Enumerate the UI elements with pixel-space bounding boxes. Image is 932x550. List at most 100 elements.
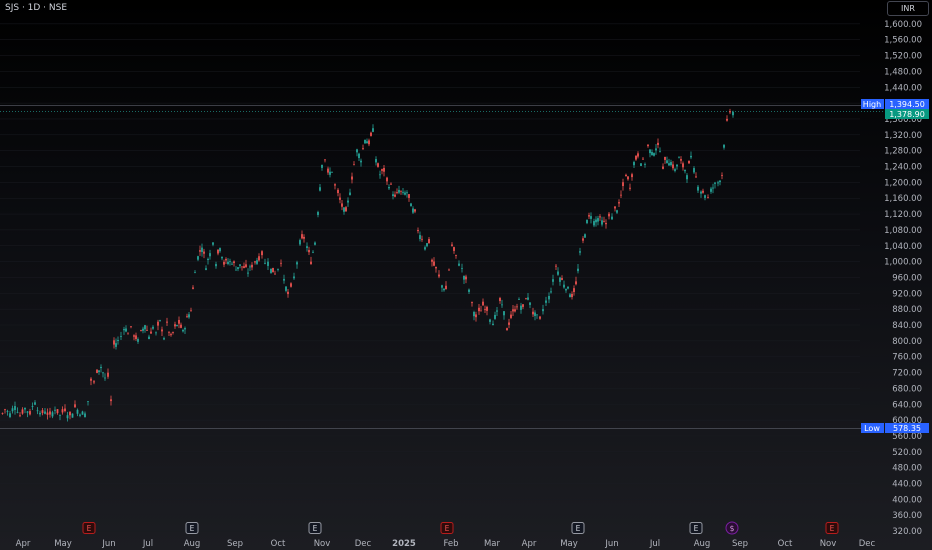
candle-body [133,335,135,337]
candle-body [90,378,92,381]
candle-body [635,155,637,160]
candle-body [400,190,402,192]
candle-body [567,286,569,289]
candle-body [565,289,567,291]
candle-body [264,262,266,264]
candle-body [516,306,518,308]
candle-body [258,256,260,261]
candle-body [243,266,245,268]
candle-body [135,335,137,339]
x-tick-label: Dec [355,539,372,549]
candle-body [168,331,170,333]
candle-body [396,192,398,194]
candle-body [394,194,396,197]
candle-body [633,162,635,166]
candle-body [514,309,516,312]
time-axis[interactable]: Apr May Jun Jul Aug Sep Oct Nov Dec 2025 Feb Mar Apr… [16,539,876,549]
candle-body [534,312,536,316]
candle-body [66,415,69,419]
candle-body [618,202,620,204]
candle-body [317,212,319,215]
candle-body [684,169,686,172]
candle-body [678,157,680,159]
x-tick-label: Apr [522,539,537,549]
candle-body [69,412,71,416]
event-label: E [87,524,92,533]
candle-body [341,203,343,207]
candle-body [172,332,174,333]
candle-body [254,261,256,263]
candle-body [308,250,310,253]
candle-body [46,412,49,415]
candle-body [319,187,321,191]
x-tick-label: Jun [604,539,618,549]
candle-body [362,148,364,150]
candle-body [412,208,414,213]
candle-body [102,372,104,374]
candle-body [631,174,633,178]
candle-body [402,191,404,193]
candle-body [125,328,127,332]
price-axis[interactable]: 320.00 360.00 400.00 440.00 480.00 520.00 560.… [884,20,922,537]
candle-body [529,302,531,305]
candle-body [358,153,360,159]
candle-body [729,111,731,113]
candle-body [104,377,106,379]
candle-body [148,336,150,340]
candle-body [233,261,235,264]
price-chart[interactable]: 320.00 360.00 400.00 440.00 480.00 520.00 560.… [0,0,932,550]
candle-body [614,206,616,209]
candle-body [714,182,716,184]
candle-body [188,314,190,318]
candle-body [657,142,659,145]
candle-body [484,309,486,311]
candle-body [150,331,152,334]
candle-body [536,314,538,316]
y-tick-label: 920.00 [892,289,922,299]
candle-body [19,415,21,417]
candle-body [518,299,520,300]
candle-body [207,258,209,261]
candle-body [347,200,349,203]
candle-body [290,283,292,287]
candle-body [120,336,122,337]
event-label: E [313,524,318,533]
candle-body [573,288,575,292]
candle-body [575,281,577,285]
candle-body [251,264,253,268]
candle-body [113,340,115,345]
candle-body [301,234,303,239]
candle-body [14,406,16,410]
candle-body [190,310,192,312]
candle-body [364,139,366,144]
y-tick-label: 1,320.00 [884,131,922,141]
event-label: E [190,524,195,533]
candle-body [527,297,529,300]
candle-body [223,261,225,265]
candle-body [672,164,674,169]
candle-body [647,144,649,147]
candle-body [726,118,728,121]
y-tick-label: 1,440.00 [884,83,922,93]
candle-body [74,404,76,408]
candle-body [682,163,684,168]
y-tick-label: 520.00 [892,448,922,458]
candle-body [115,343,117,347]
candle-body [199,250,201,252]
candle-body [146,329,148,331]
candle-body [231,263,233,265]
candle-body [512,309,514,312]
candle-body [496,310,498,312]
candle-body [532,311,534,315]
event-label: E [445,524,450,533]
candle-body [569,294,571,298]
candle-body [312,251,314,253]
candle-body [608,213,610,217]
candle-body [356,149,358,153]
candle-body [603,220,605,222]
candle-body [695,176,697,178]
candle-body [627,176,629,180]
candle-body [186,316,188,318]
x-tick-label: Apr [16,539,31,549]
candle-body [180,324,182,328]
